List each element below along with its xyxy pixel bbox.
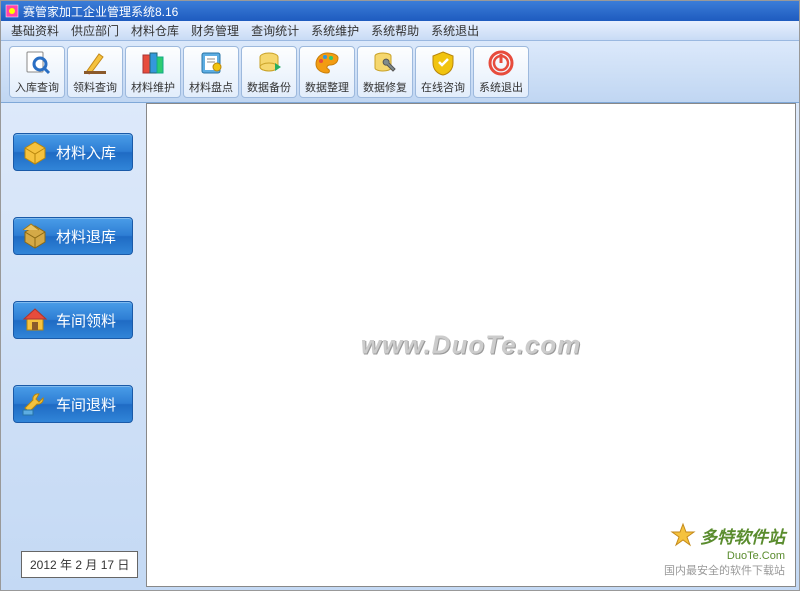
side-label: 车间退料 bbox=[56, 394, 116, 415]
brand-name: 多特软件站 bbox=[700, 523, 785, 548]
sidebar: 材料入库 材料退库 车间领料 车间退料 2012 年 bbox=[1, 103, 146, 590]
star-icon bbox=[670, 522, 696, 548]
box-out-icon bbox=[20, 221, 50, 251]
tool-label: 材料盘点 bbox=[189, 79, 233, 95]
box-in-icon bbox=[20, 137, 50, 167]
pencil-icon bbox=[81, 49, 109, 77]
side-material-in[interactable]: 材料入库 bbox=[13, 133, 133, 171]
tool-data-repair[interactable]: 数据修复 bbox=[357, 46, 413, 98]
toolbar: 入库查询 领料查询 材料维护 材料盘点 数据备份 bbox=[1, 41, 799, 103]
house-icon bbox=[20, 305, 50, 335]
tool-label: 系统退出 bbox=[479, 79, 523, 95]
side-label: 材料退库 bbox=[56, 226, 116, 247]
db-wrench-icon bbox=[371, 49, 399, 77]
menu-item-help[interactable]: 系统帮助 bbox=[365, 20, 425, 41]
tool-pick-query[interactable]: 领料查询 bbox=[67, 46, 123, 98]
search-doc-icon bbox=[23, 49, 51, 77]
tool-material-maintain[interactable]: 材料维护 bbox=[125, 46, 181, 98]
menu-item-maintenance[interactable]: 系统维护 bbox=[305, 20, 365, 41]
side-label: 材料入库 bbox=[56, 142, 116, 163]
tool-label: 在线咨询 bbox=[421, 79, 465, 95]
footer-logo: 多特软件站 DuoTe.Com 国内最安全的软件下载站 bbox=[664, 522, 785, 578]
tool-system-exit[interactable]: 系统退出 bbox=[473, 46, 529, 98]
side-label: 车间领料 bbox=[56, 310, 116, 331]
tool-label: 材料维护 bbox=[131, 79, 175, 95]
tool-label: 数据修复 bbox=[363, 79, 407, 95]
tool-data-backup[interactable]: 数据备份 bbox=[241, 46, 297, 98]
tool-label: 领料查询 bbox=[73, 79, 117, 95]
main-area: 材料入库 材料退库 车间领料 车间退料 2012 年 bbox=[1, 103, 799, 590]
tool-label: 数据备份 bbox=[247, 79, 291, 95]
menu-bar: 基础资料 供应部门 材料仓库 财务管理 查询统计 系统维护 系统帮助 系统退出 bbox=[1, 21, 799, 41]
db-backup-icon bbox=[255, 49, 283, 77]
menu-item-warehouse[interactable]: 材料仓库 bbox=[125, 20, 185, 41]
content-pane: www.DuoTe.com 多特软件站 DuoTe.Com 国内最安全的软件下载… bbox=[146, 103, 796, 587]
shield-icon bbox=[429, 49, 457, 77]
menu-item-exit[interactable]: 系统退出 bbox=[425, 20, 485, 41]
title-text: 赛管家加工企业管理系统8.16 bbox=[23, 3, 178, 20]
side-workshop-return[interactable]: 车间退料 bbox=[13, 385, 133, 423]
brand-sub: 国内最安全的软件下载站 bbox=[664, 562, 785, 578]
menu-item-basic[interactable]: 基础资料 bbox=[5, 20, 65, 41]
tool-data-clean[interactable]: 数据整理 bbox=[299, 46, 355, 98]
side-workshop-pick[interactable]: 车间领料 bbox=[13, 301, 133, 339]
watermark: www.DuoTe.com bbox=[361, 330, 582, 361]
wrench-icon bbox=[20, 389, 50, 419]
date-display: 2012 年 2 月 17 日 bbox=[21, 551, 138, 578]
books-icon bbox=[139, 49, 167, 77]
tool-label: 入库查询 bbox=[15, 79, 59, 95]
palette-icon bbox=[313, 49, 341, 77]
app-icon bbox=[5, 4, 19, 18]
tool-material-check[interactable]: 材料盘点 bbox=[183, 46, 239, 98]
tool-inbound-query[interactable]: 入库查询 bbox=[9, 46, 65, 98]
title-bar: 赛管家加工企业管理系统8.16 bbox=[1, 1, 799, 21]
menu-item-supply[interactable]: 供应部门 bbox=[65, 20, 125, 41]
menu-item-query[interactable]: 查询统计 bbox=[245, 20, 305, 41]
brand-url: DuoTe.Com bbox=[664, 550, 785, 562]
side-material-return[interactable]: 材料退库 bbox=[13, 217, 133, 255]
notebook-icon bbox=[197, 49, 225, 77]
menu-item-finance[interactable]: 财务管理 bbox=[185, 20, 245, 41]
tool-label: 数据整理 bbox=[305, 79, 349, 95]
tool-online-consult[interactable]: 在线咨询 bbox=[415, 46, 471, 98]
power-icon bbox=[487, 49, 515, 77]
